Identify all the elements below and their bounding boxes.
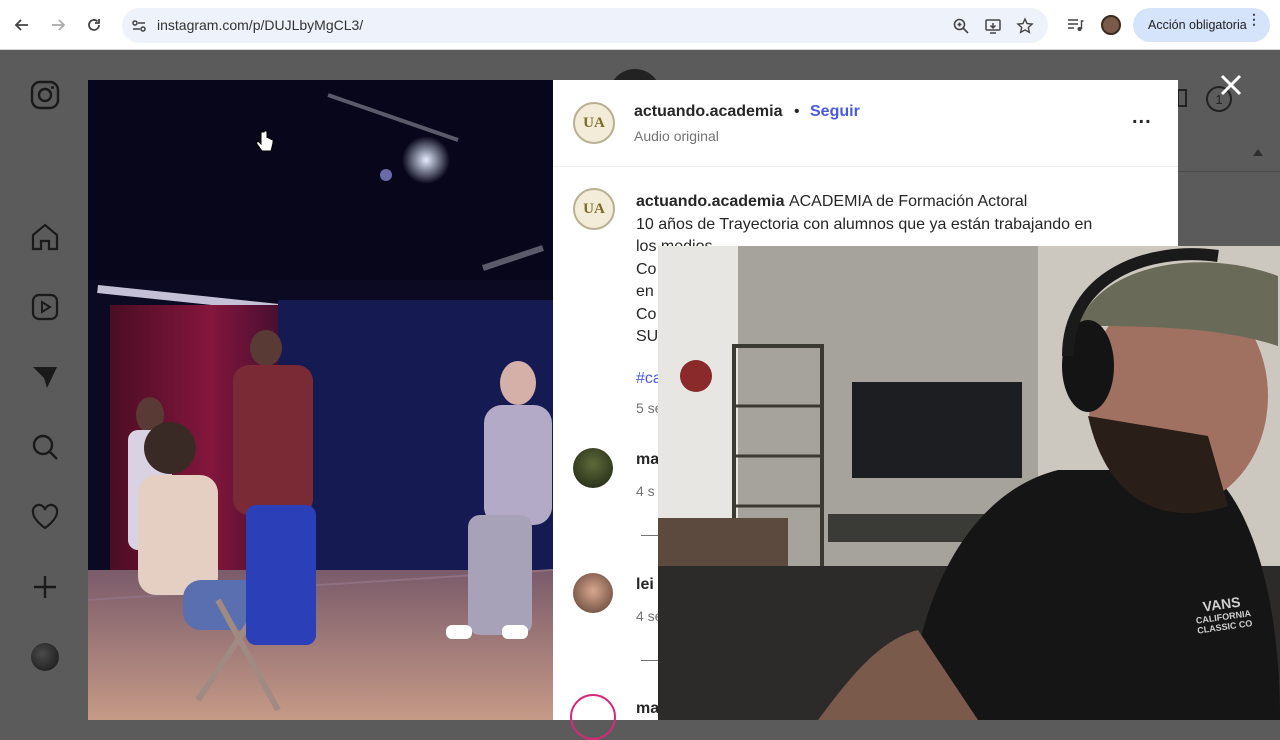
search-icon[interactable]: [29, 431, 61, 463]
forward-button[interactable]: [44, 11, 72, 39]
caption-author-avatar[interactable]: UA: [573, 188, 615, 230]
action-required-button[interactable]: Acción obligatoria ⋮: [1133, 8, 1270, 42]
comment-avatar[interactable]: [573, 448, 613, 488]
browser-toolbar: instagram.com/p/DUJLbyMgCL3/ Acción obli…: [0, 0, 1280, 50]
instagram-logo-icon[interactable]: [29, 79, 61, 111]
reels-icon[interactable]: [29, 291, 61, 323]
caption-line-2: 10 años de Trayectoria con alumnos que y…: [636, 215, 1093, 233]
profile-icon[interactable]: [31, 643, 59, 671]
comment-username[interactable]: lei: [636, 576, 654, 594]
follow-button[interactable]: Seguir: [810, 103, 860, 121]
hand-cursor-icon: [256, 130, 274, 152]
post-video[interactable]: [88, 80, 553, 720]
back-arrow-icon: [14, 19, 28, 31]
caption-avatar-initials: UA: [583, 200, 605, 217]
address-bar[interactable]: instagram.com/p/DUJLbyMgCL3/: [122, 8, 1048, 43]
comment-username[interactable]: ma: [636, 700, 659, 718]
comment-username[interactable]: ma: [636, 451, 659, 469]
caption-line-1: ACADEMIA de Formación Actoral: [788, 193, 1028, 210]
instagram-sidebar: [0, 50, 88, 720]
webcam-frame: [658, 246, 1280, 720]
background-divider: [1178, 171, 1280, 172]
audio-label[interactable]: Audio original: [634, 128, 719, 144]
more-options-icon[interactable]: ...: [1132, 106, 1152, 129]
post-header: UA actuando.academia • Seguir Audio orig…: [553, 80, 1178, 167]
profile-avatar[interactable]: [1101, 15, 1121, 35]
home-icon[interactable]: [29, 221, 61, 253]
notifications-heart-icon[interactable]: [29, 501, 61, 533]
back-button[interactable]: [8, 11, 36, 39]
header-separator: •: [794, 103, 800, 120]
comment-time[interactable]: 4 s: [636, 483, 655, 499]
scroll-up-arrow-icon[interactable]: [1253, 148, 1263, 156]
background-bookmark-icon: [1178, 89, 1187, 107]
site-settings-icon[interactable]: [130, 17, 148, 35]
webcam-overlay: VANS CALIFORNIA CLASSIC CO: [658, 246, 1280, 720]
author-username[interactable]: actuando.academia: [634, 103, 783, 121]
bookmark-star-icon[interactable]: [1016, 17, 1034, 35]
author-avatar[interactable]: UA: [573, 102, 615, 144]
caption-username[interactable]: actuando.academia: [636, 193, 785, 210]
kebab-menu-icon: ⋮: [1247, 11, 1261, 27]
create-plus-icon[interactable]: [29, 571, 61, 603]
zoom-icon[interactable]: [952, 17, 970, 35]
reload-icon: [88, 19, 100, 31]
media-controls-icon[interactable]: [1066, 16, 1084, 34]
comment-avatar-story-ring[interactable]: [570, 694, 616, 740]
url-text[interactable]: instagram.com/p/DUJLbyMgCL3/: [157, 17, 363, 33]
direct-messages-icon[interactable]: [29, 361, 61, 393]
comment-avatar[interactable]: [573, 573, 613, 613]
author-avatar-initials: UA: [583, 114, 605, 131]
reload-button[interactable]: [80, 11, 108, 39]
background-feed-top: [553, 50, 1178, 95]
video-frame: [88, 80, 553, 720]
close-icon[interactable]: [1216, 70, 1246, 100]
action-required-label: Acción obligatoria: [1148, 18, 1247, 32]
forward-arrow-icon: [52, 19, 66, 31]
install-app-icon[interactable]: [984, 17, 1002, 35]
